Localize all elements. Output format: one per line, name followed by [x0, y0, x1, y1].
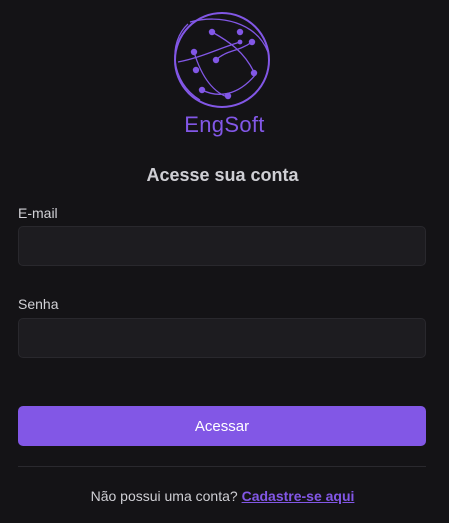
network-globe-icon — [174, 12, 270, 108]
login-button[interactable]: Acessar — [18, 406, 426, 446]
login-page: EngSoft Acesse sua conta E-mail Senha Ac… — [0, 0, 449, 523]
password-field[interactable] — [18, 318, 426, 358]
password-label: Senha — [18, 296, 59, 312]
signup-prompt-text: Não possui uma conta? — [90, 488, 238, 504]
divider — [18, 466, 426, 467]
email-field[interactable] — [18, 226, 426, 266]
signup-link[interactable]: Cadastre-se aqui — [242, 488, 355, 504]
email-label: E-mail — [18, 205, 58, 221]
brand-name: EngSoft — [184, 112, 265, 137]
signup-prompt: Não possui uma conta? Cadastre-se aqui — [0, 488, 445, 504]
page-title: Acesse sua conta — [146, 165, 299, 185]
